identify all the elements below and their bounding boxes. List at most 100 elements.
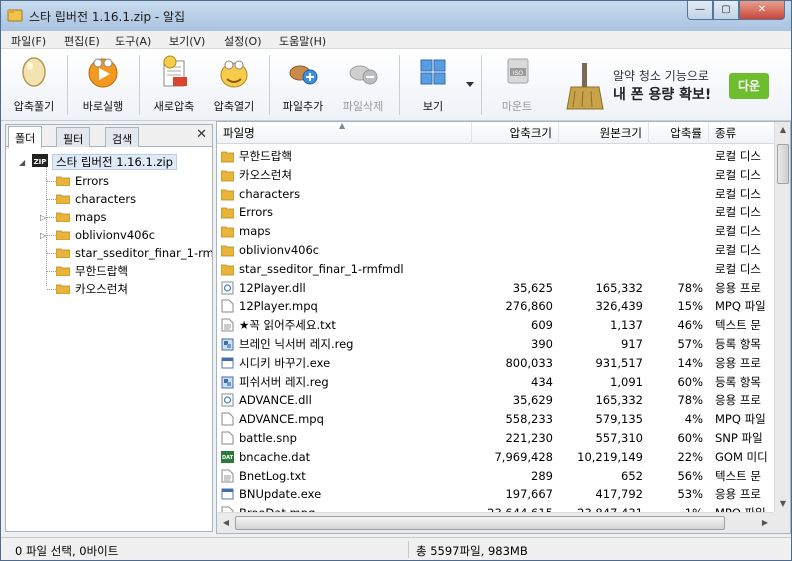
close-button[interactable]: ✕ [739, 1, 785, 20]
original-size-cell: 165,332 [595, 280, 643, 295]
run-button[interactable]: 바로실행 [73, 53, 133, 117]
tree-item-drophack[interactable]: 무한드랍핵 [56, 263, 128, 280]
tree-root[interactable]: ◢ ZIP 스타 립버전 1.16.1.zip [19, 154, 177, 171]
collapse-icon[interactable]: ◢ [19, 154, 25, 171]
horizontal-scroll-thumb[interactable] [235, 516, 725, 530]
view-button[interactable]: 보기 [405, 53, 461, 117]
tab-folder[interactable]: 폴더 [8, 126, 43, 148]
delete-file-button[interactable]: 파일삭제 [333, 53, 393, 117]
menu-help[interactable]: 도움말(H) [279, 33, 326, 49]
vertical-scroll-thumb[interactable] [777, 144, 789, 184]
expand-icon[interactable]: ▷ [40, 209, 46, 226]
file-name: ★꼭 읽어주세요.txt [239, 318, 336, 333]
type-cell: 응용 프로 [715, 355, 761, 370]
table-row[interactable]: 카오스런쳐 로컬 디스 [217, 166, 774, 185]
file-icon [221, 412, 234, 426]
menu-tools[interactable]: 도구(A) [115, 33, 151, 49]
col-filename[interactable]: 파일명 [217, 122, 472, 144]
table-row[interactable]: star_sseditor_finar_1-rmfmdl 로컬 디스 [217, 260, 774, 279]
add-file-button[interactable]: 파일추가 [275, 53, 331, 117]
file-name-cell: BrooDat.mpq [221, 504, 471, 512]
table-row[interactable]: 피쉬서버 레지.reg 434 1,091 60% 등록 항목 [217, 373, 774, 392]
ratio-cell: 60% [677, 431, 703, 445]
tree-item-errors[interactable]: Errors [56, 173, 109, 190]
delete-file-icon [349, 65, 378, 85]
menu-file[interactable]: 파일(F) [11, 33, 46, 49]
scroll-up-icon[interactable]: ▲ [775, 122, 791, 138]
menu-settings[interactable]: 설정(O) [224, 33, 261, 49]
file-name-cell: BnetLog.txt [221, 467, 471, 485]
menu-edit[interactable]: 편집(E) [64, 33, 100, 49]
toolbar-separator [399, 55, 400, 115]
ratio-cell: 1% [649, 504, 703, 512]
table-row[interactable]: Errors 로컬 디스 [217, 203, 774, 222]
file-name: 12Player.dll [239, 280, 306, 295]
tab-filter[interactable]: 필터 [56, 127, 91, 147]
table-row[interactable]: oblivionv406c 로컬 디스 [217, 241, 774, 260]
table-row[interactable]: BnetLog.txt 289 652 56% 텍스트 문 [217, 467, 774, 486]
extract-button[interactable]: 압축풀기 [5, 53, 63, 117]
mount-button[interactable]: ISO 마운트 [487, 53, 547, 117]
table-row[interactable]: 12Player.dll 35,625 165,332 78% 응용 프로 [217, 279, 774, 298]
expand-icon[interactable]: ▷ [40, 227, 46, 244]
type-cell: GOM 미디 [715, 449, 768, 464]
txt-icon [221, 469, 234, 483]
table-row[interactable]: 12Player.mpq 276,860 326,439 15% MPQ 파일 [217, 297, 774, 316]
tree-item-label: star_sseditor_finar_1-rmfr [75, 246, 212, 260]
col-original-size[interactable]: 원본크기 [559, 122, 649, 144]
table-row[interactable]: maps 로컬 디스 [217, 222, 774, 241]
file-name-cell: DAT bncache.dat [221, 448, 471, 466]
table-row[interactable]: 브레인 닉서버 레지.reg 390 917 57% 등록 항목 [217, 335, 774, 354]
table-row[interactable]: ★꼭 읽어주세요.txt 609 1,137 46% 텍스트 문 [217, 316, 774, 335]
ad-download-button[interactable]: 다운 [729, 73, 769, 99]
view-dropdown-button[interactable] [463, 53, 477, 117]
file-name-cell: 12Player.mpq [221, 297, 471, 315]
ad-banner[interactable]: 알약 청소 기능으로 내 폰 용량 확보! 다운 [557, 57, 779, 115]
type-cell: 등록 항목 [715, 337, 761, 351]
scroll-right-icon[interactable]: ▶ [757, 515, 773, 531]
panel-close-icon[interactable]: ✕ [196, 127, 207, 142]
title-bar[interactable]: 스타 립버전 1.16.1.zip - 알집 — ▢ ✕ [1, 1, 791, 31]
table-row[interactable]: ADVANCE.dll 35,629 165,332 78% 응용 프로 [217, 391, 774, 410]
horizontal-scrollbar[interactable]: ◀ ▶ [217, 512, 774, 533]
original-size-cell: 1,091 [610, 374, 643, 389]
type-cell: 로컬 디스 [715, 186, 761, 201]
table-row[interactable]: BNUpdate.exe 197,667 417,792 53% 응용 프로 [217, 485, 774, 504]
type-cell: SNP 파일 [715, 431, 763, 445]
toolbar: 압축풀기 바로실행 새로압축 압축열기 파일추가 파일삭제 보기 ISO 마운트… [1, 49, 791, 121]
tree-item-characters[interactable]: characters [56, 191, 136, 208]
table-row[interactable]: ADVANCE.mpq 558,233 579,135 4% MPQ 파일 [217, 410, 774, 429]
tree-item-maps[interactable]: ▷ maps [40, 209, 107, 226]
vertical-scrollbar[interactable]: ▲ ▼ [774, 122, 790, 512]
table-row[interactable]: DAT bncache.dat 7,969,428 10,219,149 22% GOM … [217, 448, 774, 467]
original-size-cell: 326,439 [595, 299, 643, 314]
panel-tabs: 폴더 필터 검색 ✕ [6, 125, 212, 148]
table-row[interactable]: characters 로컬 디스 [217, 185, 774, 204]
scroll-down-icon[interactable]: ▼ [775, 496, 791, 512]
packed-size-cell: 609 [531, 318, 553, 333]
original-size-cell: 917 [621, 337, 643, 351]
open-archive-button[interactable]: 압축열기 [205, 53, 263, 117]
col-packed-size[interactable]: 압축크기 [472, 122, 559, 144]
minimize-button[interactable]: — [687, 1, 713, 20]
col-ratio[interactable]: 압축률 [649, 122, 709, 144]
table-row[interactable]: 무한드랍핵 로컬 디스 [217, 147, 774, 166]
tree-item-label: 무한드랍핵 [75, 264, 128, 278]
tab-search[interactable]: 검색 [105, 127, 140, 147]
table-row[interactable]: BrooDat.mpq23,644,615 23,847,431 1% MPQ 파일 [217, 504, 774, 512]
file-name: maps [239, 224, 271, 239]
new-archive-button[interactable]: 새로압축 [145, 53, 203, 117]
tree-item-oblivion[interactable]: ▷ oblivionv406c [40, 227, 155, 244]
table-row[interactable]: 시디키 바꾸기.exe 800,033 931,517 14% 응용 프로 [217, 354, 774, 373]
tree-item-sseditor[interactable]: star_sseditor_finar_1-rmfr [56, 245, 212, 262]
dll-icon [221, 281, 234, 295]
table-row[interactable]: battle.snp 221,230 557,310 60% SNP 파일 [217, 429, 774, 448]
menu-view[interactable]: 보기(V) [169, 33, 205, 49]
list-header: ▲ 파일명 압축크기 원본크기 압축률 종류 [217, 121, 790, 144]
file-name: 무한드랍핵 [239, 149, 292, 163]
scroll-left-icon[interactable]: ◀ [218, 515, 234, 531]
maximize-button[interactable]: ▢ [713, 1, 739, 20]
total-status: 총 5597파일, 983MB [416, 544, 528, 558]
tree-item-chaoslauncher[interactable]: 카오스런쳐 [56, 281, 128, 298]
file-name: 카오스런쳐 [239, 167, 292, 182]
